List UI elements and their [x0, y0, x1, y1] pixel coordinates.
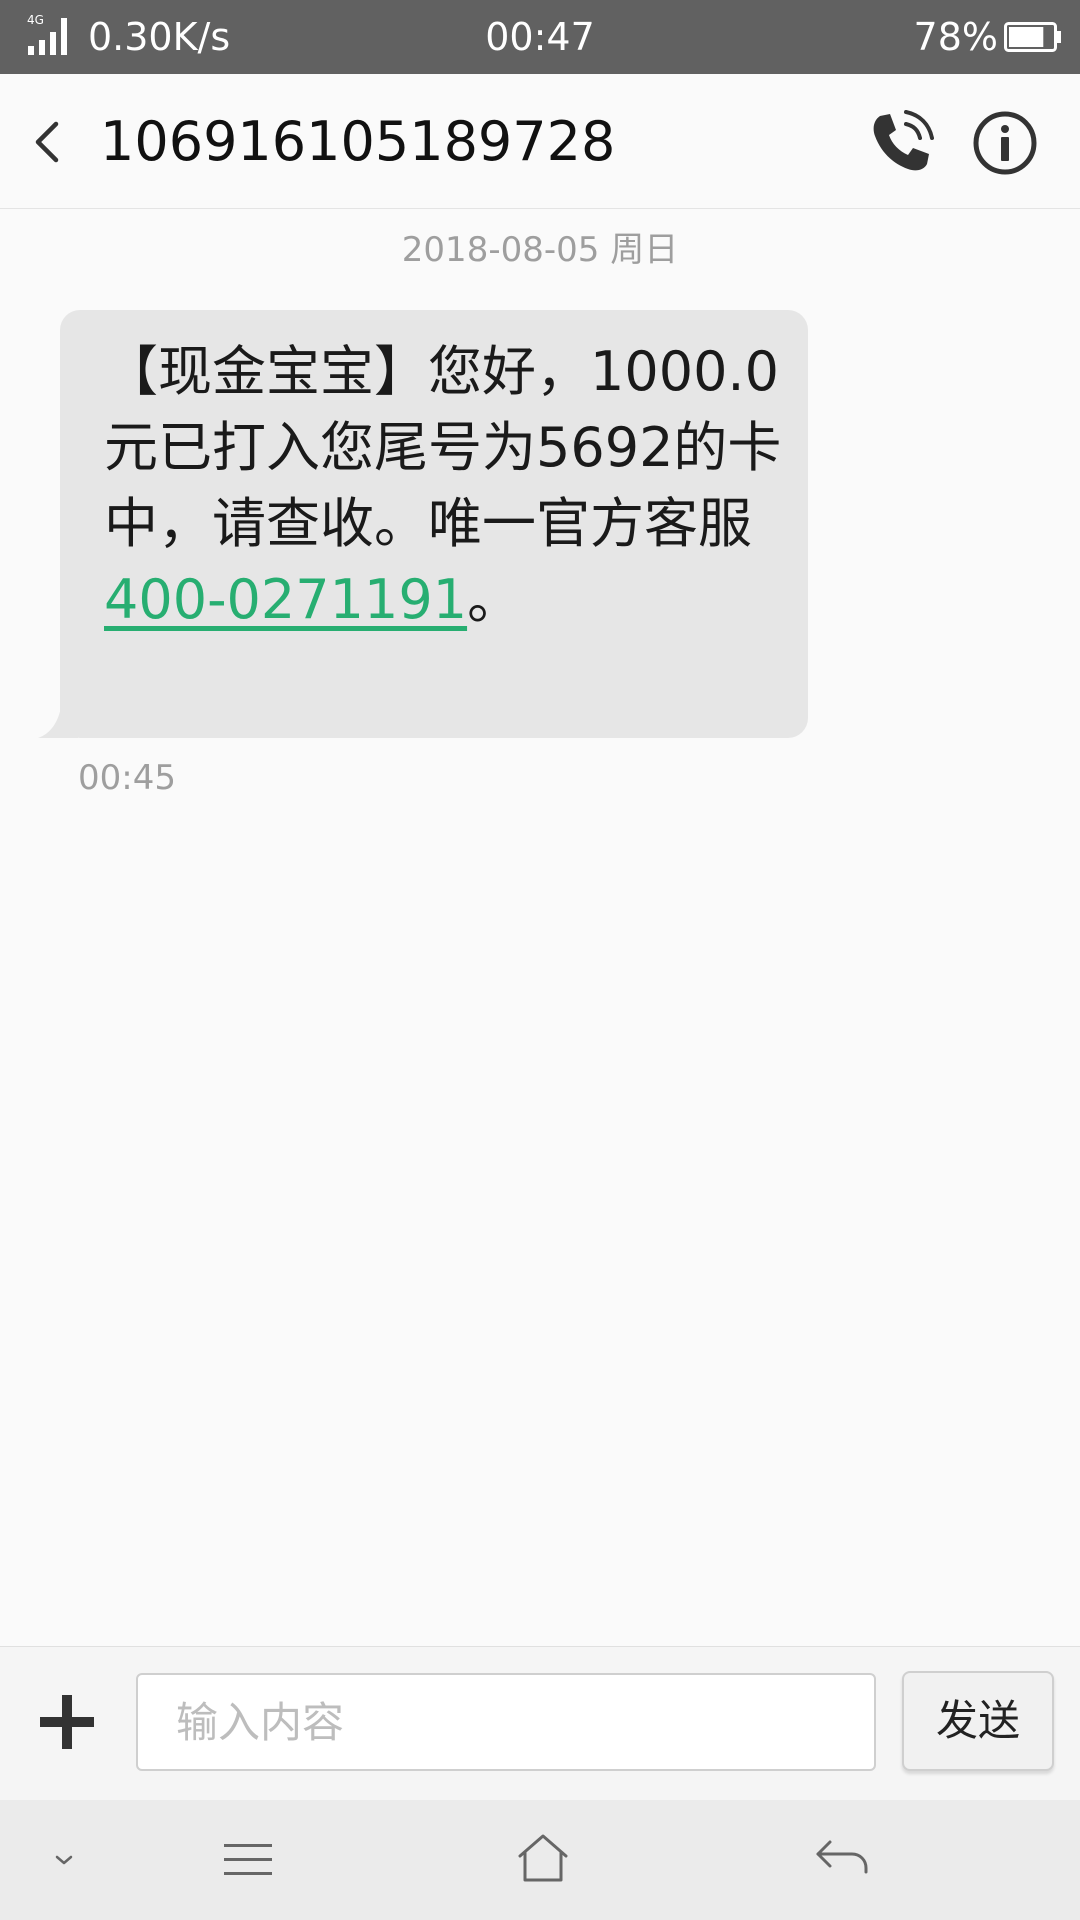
battery-icon [1004, 22, 1061, 52]
nav-menu-button[interactable] [200, 1800, 300, 1920]
back-icon [816, 1840, 868, 1874]
navigation-bar [0, 1800, 1080, 1920]
message-input[interactable] [136, 1673, 876, 1771]
home-icon [518, 1834, 568, 1882]
nav-back-button[interactable] [790, 1800, 900, 1920]
composer-bar: 发送 [0, 1646, 1080, 1801]
info-icon[interactable] [972, 110, 1038, 176]
contact-number: 106916105189728 [100, 110, 616, 173]
conversation-header: 106916105189728 [0, 74, 1080, 209]
message-tail-text: 。 [467, 568, 522, 631]
message-text[interactable]: 【现金宝宝】您好，1000.0元已打入您尾号为5692的卡中，请查收。唯一官方客… [104, 334, 784, 638]
nav-collapse-button[interactable] [30, 1800, 100, 1920]
date-separator: 2018-08-05 周日 [401, 230, 679, 270]
phone-call-icon[interactable] [866, 108, 936, 178]
chevron-down-icon [55, 1855, 73, 1865]
menu-icon [224, 1844, 272, 1875]
message-body: 【现金宝宝】您好，1000.0元已打入您尾号为5692的卡中，请查收。唯一官方客… [104, 340, 782, 555]
sms-conversation-screen: 4G 0.30K/s 00:47 78% 106916105189728 201… [0, 0, 1080, 1920]
send-button[interactable]: 发送 [902, 1671, 1054, 1771]
back-arrow-icon[interactable] [28, 114, 68, 170]
plus-icon[interactable] [36, 1691, 98, 1753]
status-bar: 4G 0.30K/s 00:47 78% [0, 0, 1080, 74]
phone-number-link[interactable]: 400-0271191 [104, 568, 467, 631]
battery-percent: 78% [913, 15, 998, 59]
message-time: 00:45 [78, 758, 176, 798]
nav-home-button[interactable] [494, 1800, 594, 1920]
